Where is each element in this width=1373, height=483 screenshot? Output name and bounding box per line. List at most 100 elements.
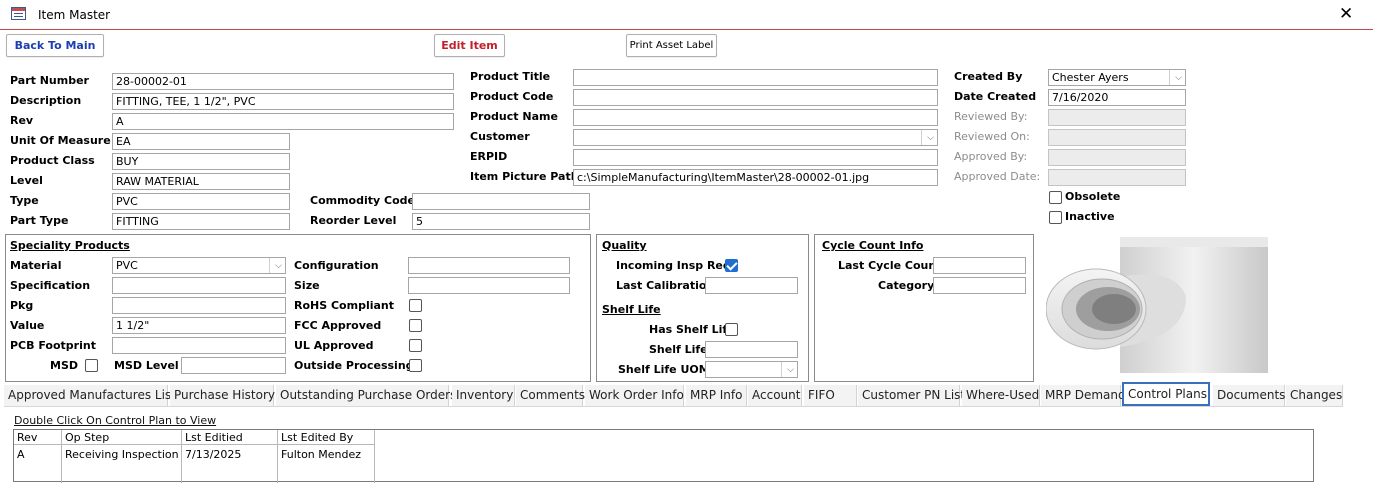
tab-work-order-info[interactable]: Work Order Info xyxy=(585,385,684,406)
level-field[interactable]: RAW MATERIAL xyxy=(112,173,290,190)
approved-by-field xyxy=(1048,149,1186,166)
commodity-code-field[interactable] xyxy=(412,193,590,210)
tab-fifo[interactable]: FIFO xyxy=(804,385,857,406)
obsolete-checkbox[interactable] xyxy=(1049,191,1062,204)
last-calibration-field[interactable] xyxy=(705,277,798,294)
product-name-label: Product Name xyxy=(470,110,558,123)
shelf-life-uom-combo[interactable]: ⌵ xyxy=(705,361,798,378)
created-by-combo[interactable]: Chester Ayers ⌵ xyxy=(1048,69,1186,86)
specification-field[interactable] xyxy=(112,277,286,294)
material-value: PVC xyxy=(116,259,138,272)
chevron-down-icon[interactable]: ⌵ xyxy=(927,131,934,145)
reorder-level-field[interactable]: 5 xyxy=(412,213,590,230)
tab-inventory[interactable]: Inventory xyxy=(452,385,515,406)
column-header-op-step[interactable]: Op Step xyxy=(65,431,109,444)
erpid-field[interactable] xyxy=(573,149,938,166)
configuration-field[interactable] xyxy=(408,257,570,274)
part-number-field[interactable]: 28-00002-01 xyxy=(112,73,454,90)
category-label: Category xyxy=(878,279,935,292)
shelf-life-field[interactable] xyxy=(705,341,798,358)
control-plans-grid[interactable]: Rev Op Step Lst Editied Lst Edited By A … xyxy=(13,429,1314,483)
inactive-label: Inactive xyxy=(1065,210,1115,223)
cell-lst-editied[interactable]: 7/13/2025 xyxy=(185,448,241,461)
column-header-lst-editied[interactable]: Lst Editied xyxy=(185,431,243,444)
fcc-label: FCC Approved xyxy=(294,319,382,332)
material-combo[interactable]: PVC ⌵ xyxy=(112,257,286,274)
inactive-checkbox[interactable] xyxy=(1049,211,1062,224)
msd-level-field[interactable] xyxy=(181,357,286,374)
last-cycle-count-label: Last Cycle Count xyxy=(838,259,942,272)
item-picture-path-field[interactable]: c:\SimpleManufacturing\ItemMaster\28-000… xyxy=(573,169,938,186)
pkg-field[interactable] xyxy=(112,297,286,314)
tab-outstanding-purchase-orders[interactable]: Outstanding Purchase Orders xyxy=(276,385,456,406)
tab-changes[interactable]: Changes xyxy=(1286,385,1343,406)
type-field[interactable]: PVC xyxy=(112,193,290,210)
shelf-life-label: Shelf Life xyxy=(649,343,708,356)
reviewed-on-label: Reviewed On: xyxy=(954,130,1030,143)
tab-where-used[interactable]: Where-Used xyxy=(962,385,1040,406)
customer-combo[interactable]: ⌵ xyxy=(573,129,938,146)
rev-label: Rev xyxy=(10,114,34,127)
date-created-field[interactable]: 7/16/2020 xyxy=(1048,89,1186,106)
tab-strip: Approved Manufactures List Purchase Hist… xyxy=(4,382,1343,406)
tab-comments[interactable]: Comments xyxy=(516,385,585,406)
edit-item-button[interactable]: Edit Item xyxy=(434,34,505,57)
tab-approved-manufactures-list[interactable]: Approved Manufactures List xyxy=(4,385,176,406)
tab-purchase-history[interactable]: Purchase History xyxy=(170,385,275,406)
part-type-label: Part Type xyxy=(10,214,69,227)
pkg-label: Pkg xyxy=(10,299,34,312)
ul-checkbox[interactable] xyxy=(409,339,422,352)
rev-field[interactable]: A xyxy=(112,113,454,130)
print-asset-label-button[interactable]: Print Asset Label xyxy=(626,34,717,57)
reviewed-on-field xyxy=(1048,129,1186,146)
type-label: Type xyxy=(10,194,39,207)
tab-mrp-info[interactable]: MRP Info xyxy=(686,385,747,406)
has-shelf-life-checkbox[interactable] xyxy=(725,323,738,336)
tab-documents[interactable]: Documents xyxy=(1213,385,1285,406)
pcb-footprint-label: PCB Footprint xyxy=(10,339,96,352)
cell-lst-edited-by[interactable]: Fulton Mendez xyxy=(281,448,361,461)
last-cycle-count-field[interactable] xyxy=(933,257,1026,274)
product-title-field[interactable] xyxy=(573,69,938,86)
part-type-field[interactable]: FITTING xyxy=(112,213,290,230)
close-icon[interactable]: ✕ xyxy=(1339,4,1353,24)
specification-label: Specification xyxy=(10,279,91,292)
uom-field[interactable]: EA xyxy=(112,133,290,150)
cell-rev[interactable]: A xyxy=(17,448,25,461)
shelf-life-uom-label: Shelf Life UOM xyxy=(618,363,710,376)
back-to-main-button[interactable]: Back To Main xyxy=(6,34,104,57)
uom-label: Unit Of Measure xyxy=(10,134,111,147)
value-field[interactable]: 1 1/2" xyxy=(112,317,286,334)
tab-customer-pn-list[interactable]: Customer PN List xyxy=(858,385,965,406)
outside-processing-checkbox[interactable] xyxy=(409,359,422,372)
cell-op-step[interactable]: Receiving Inspection xyxy=(65,448,179,461)
product-title-label: Product Title xyxy=(470,70,551,83)
column-header-lst-edited-by[interactable]: Lst Edited By xyxy=(281,431,353,444)
reviewed-by-label: Reviewed By: xyxy=(954,110,1028,123)
pcb-footprint-field[interactable] xyxy=(112,337,286,354)
chevron-down-icon[interactable]: ⌵ xyxy=(1175,71,1182,85)
fcc-checkbox[interactable] xyxy=(409,319,422,332)
rohs-checkbox[interactable] xyxy=(409,299,422,312)
chevron-down-icon[interactable]: ⌵ xyxy=(787,363,794,377)
size-field[interactable] xyxy=(408,277,570,294)
approved-date-field xyxy=(1048,169,1186,186)
created-by-label: Created By xyxy=(954,70,1023,83)
part-number-label: Part Number xyxy=(10,74,89,87)
product-class-field[interactable]: BUY xyxy=(112,153,290,170)
column-header-rev[interactable]: Rev xyxy=(17,431,37,444)
tab-mrp-demand[interactable]: MRP Demand xyxy=(1041,385,1126,406)
ul-label: UL Approved xyxy=(294,339,374,352)
chevron-down-icon[interactable]: ⌵ xyxy=(275,259,282,273)
msd-checkbox[interactable] xyxy=(85,359,98,372)
description-field[interactable]: FITTING, TEE, 1 1/2", PVC xyxy=(112,93,454,110)
speciality-products-title: Speciality Products xyxy=(10,239,130,252)
window-title: Item Master xyxy=(38,8,111,22)
category-field[interactable] xyxy=(933,277,1026,294)
tab-control-plans[interactable]: Control Plans xyxy=(1122,382,1210,406)
tab-divider xyxy=(4,406,1343,407)
product-name-field[interactable] xyxy=(573,109,938,126)
tab-account[interactable]: Account xyxy=(748,385,802,406)
product-code-field[interactable] xyxy=(573,89,938,106)
incoming-insp-checkbox[interactable] xyxy=(725,259,738,272)
